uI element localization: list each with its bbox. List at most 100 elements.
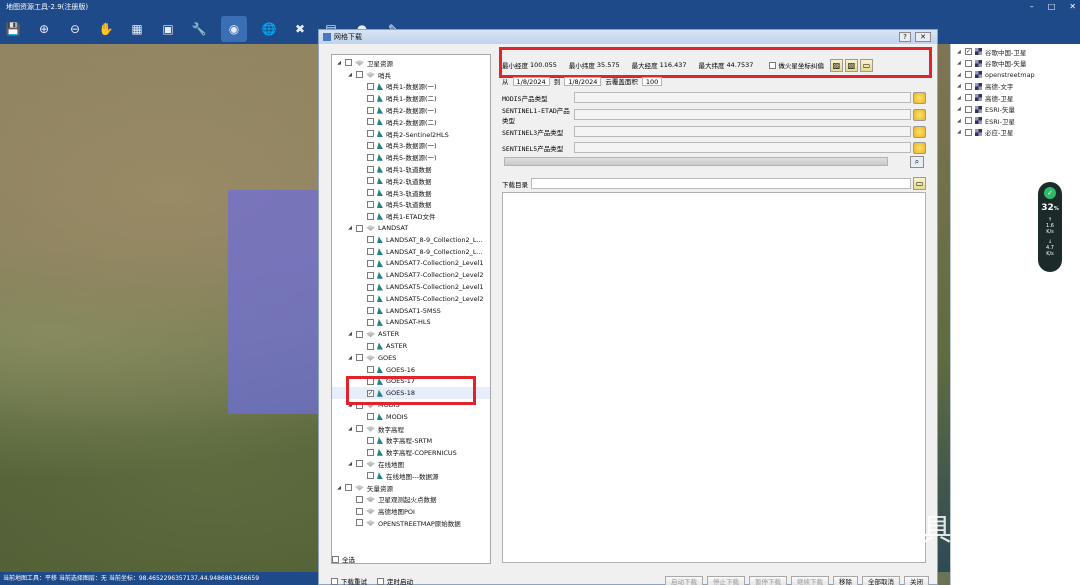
tree-node-checkbox[interactable] — [367, 283, 374, 291]
action-button[interactable]: 移除 — [833, 575, 858, 585]
tree-node[interactable]: 卫星观测起火点数据 — [332, 493, 490, 505]
expand-icon[interactable]: ◢ — [347, 426, 353, 432]
tree-node[interactable]: ◢ 矢量资源 — [332, 482, 490, 494]
expand-icon[interactable]: ◢ — [347, 461, 353, 467]
tree-node[interactable]: LANDSAT7-Collection2_Level2 — [332, 269, 490, 281]
tree-node[interactable]: 哨兵2-Sentinel2HLS — [332, 128, 490, 140]
layer-checkbox[interactable] — [965, 59, 972, 67]
tree-node[interactable]: GOES-16 — [332, 364, 490, 376]
layer-checkbox[interactable] — [965, 128, 972, 136]
tree-node[interactable]: LANDSAT-HLS — [332, 317, 490, 329]
help-button[interactable]: ? — [899, 32, 911, 42]
tree-node-checkbox[interactable] — [367, 177, 374, 185]
tree-node-checkbox[interactable] — [356, 519, 363, 527]
tree-node-checkbox[interactable] — [345, 484, 352, 492]
tree-node-checkbox[interactable] — [367, 212, 374, 220]
expand-icon[interactable]: ◢ — [957, 95, 962, 101]
layer-checkbox[interactable]: ✓ — [965, 48, 972, 56]
from-date-input[interactable]: 1/8/2024 — [512, 76, 550, 86]
dialog-close-button[interactable]: ✕ — [915, 32, 931, 42]
tree-node-checkbox[interactable] — [367, 141, 374, 149]
download-dir-input[interactable] — [531, 178, 911, 189]
product-field[interactable] — [574, 92, 911, 103]
tree-node[interactable]: 数字高程-SRTM — [332, 435, 490, 447]
product-picker-icon[interactable] — [913, 125, 926, 138]
tree-node[interactable]: 哨兵3-数据源(一) — [332, 140, 490, 152]
layer-item[interactable]: ◢ 高德-卫星 — [951, 92, 1080, 104]
tree-node[interactable]: 哨兵1-轨道数据 — [332, 163, 490, 175]
expand-icon[interactable]: ◢ — [347, 355, 353, 361]
tree-node[interactable]: 哨兵2-数据源(二) — [332, 116, 490, 128]
clear-icon[interactable]: ✖ — [291, 20, 309, 38]
layer-item[interactable]: ◢ openstreetmap — [951, 69, 1080, 81]
tree-node[interactable]: 哨兵1-数据源(一) — [332, 81, 490, 93]
tree-node[interactable]: 哨兵2-轨道数据 — [332, 175, 490, 187]
tree-node[interactable]: 哨兵5-数据源(一) — [332, 151, 490, 163]
tree-node-checkbox[interactable] — [367, 271, 374, 279]
layer-checkbox[interactable] — [965, 94, 972, 102]
tree-node-checkbox[interactable] — [356, 460, 363, 468]
tree-node-checkbox[interactable] — [367, 82, 374, 90]
to-date-input[interactable]: 1/8/2024 — [564, 76, 602, 86]
product-field[interactable] — [574, 109, 911, 120]
tree-node-checkbox[interactable] — [367, 448, 374, 456]
product-picker-icon[interactable] — [913, 91, 926, 104]
expand-icon[interactable]: ◢ — [336, 485, 342, 491]
action-button[interactable]: 全部取消 — [862, 575, 900, 585]
tree-node-checkbox[interactable] — [356, 425, 363, 433]
product-picker-icon[interactable] — [913, 108, 926, 121]
tree-node-checkbox[interactable] — [356, 495, 363, 503]
tree-node-checkbox[interactable] — [367, 366, 374, 374]
expand-icon[interactable]: ◢ — [957, 60, 962, 66]
tree-node-checkbox[interactable] — [345, 59, 352, 67]
minimize-button[interactable]: – — [1030, 0, 1034, 14]
tree-node-checkbox[interactable] — [367, 295, 374, 303]
expand-icon[interactable]: ◢ — [957, 72, 962, 78]
layer-item[interactable]: ◢ ✓ 谷歌中国-卫星 — [951, 46, 1080, 58]
tree-node-checkbox[interactable] — [367, 342, 374, 350]
tree-node[interactable]: LANDSAT5-Collection2_Level2 — [332, 293, 490, 305]
tree-node[interactable]: LANDSAT5-Collection2_Level1 — [332, 281, 490, 293]
tree-node[interactable]: 数字高程-COPERNICUS — [332, 446, 490, 458]
layer-item[interactable]: ◢ 谷歌中国-矢量 — [951, 58, 1080, 70]
tree-node-checkbox[interactable] — [367, 236, 374, 244]
tree-node-checkbox[interactable] — [356, 507, 363, 515]
tree-node[interactable]: 哨兵1-ETAD文件 — [332, 210, 490, 222]
layer-checkbox[interactable] — [965, 71, 972, 79]
cloud-cover-input[interactable]: 100 — [641, 76, 663, 86]
tree-node[interactable]: ◢ 在线地图 — [332, 458, 490, 470]
action-button[interactable]: 暂停下载 — [749, 575, 787, 585]
resource-tree[interactable]: ◢ 卫星资源 ◢ 哨兵 哨兵1-数据源(一) 哨兵1-数据源(二) 哨兵2-数据源… — [331, 54, 491, 564]
tree-node-checkbox[interactable] — [367, 165, 374, 173]
product-picker-icon[interactable] — [913, 141, 926, 154]
expand-icon[interactable]: ◢ — [957, 129, 962, 135]
action-button[interactable]: 停止下载 — [707, 575, 745, 585]
tree-node[interactable]: LANDSAT_8-9_Collection2_L... — [332, 246, 490, 258]
tree-node[interactable]: LANDSAT_8-9_Collection2_L... — [332, 234, 490, 246]
select-icon[interactable]: ▣ — [159, 20, 177, 38]
layer-checkbox[interactable] — [965, 105, 972, 113]
tree-node-checkbox[interactable] — [367, 248, 374, 256]
tree-node[interactable]: 高德地图POI — [332, 505, 490, 517]
wrench-icon[interactable]: 🔧 — [190, 20, 208, 38]
layer-checkbox[interactable] — [965, 117, 972, 125]
tree-node-checkbox[interactable] — [367, 259, 374, 267]
tree-node-checkbox[interactable] — [367, 189, 374, 197]
retry-checkbox[interactable] — [331, 577, 338, 585]
tree-node[interactable]: ◢ 数字高程 — [332, 423, 490, 435]
grid-select-icon[interactable]: ▦ — [128, 20, 146, 38]
tree-node[interactable]: 哨兵2-数据源(一) — [332, 104, 490, 116]
folder-open-icon[interactable]: ▭ — [913, 177, 926, 190]
layer-item[interactable]: ◢ ESRI-卫星 — [951, 115, 1080, 127]
tree-node-checkbox[interactable] — [367, 130, 374, 138]
maximize-button[interactable]: □ — [1048, 0, 1056, 14]
download-globe-icon[interactable]: ◉ — [221, 16, 247, 42]
select-all-checkbox[interactable] — [332, 555, 339, 563]
expand-icon[interactable]: ◢ — [336, 60, 342, 66]
layer-checkbox[interactable] — [965, 82, 972, 90]
layer-item[interactable]: ◢ 必应-卫星 — [951, 127, 1080, 139]
tree-node[interactable]: LANDSAT1-5MSS — [332, 305, 490, 317]
expand-icon[interactable]: ◢ — [347, 225, 353, 231]
tree-node-checkbox[interactable] — [367, 106, 374, 114]
zoom-out-icon[interactable]: ⊖ — [66, 20, 84, 38]
